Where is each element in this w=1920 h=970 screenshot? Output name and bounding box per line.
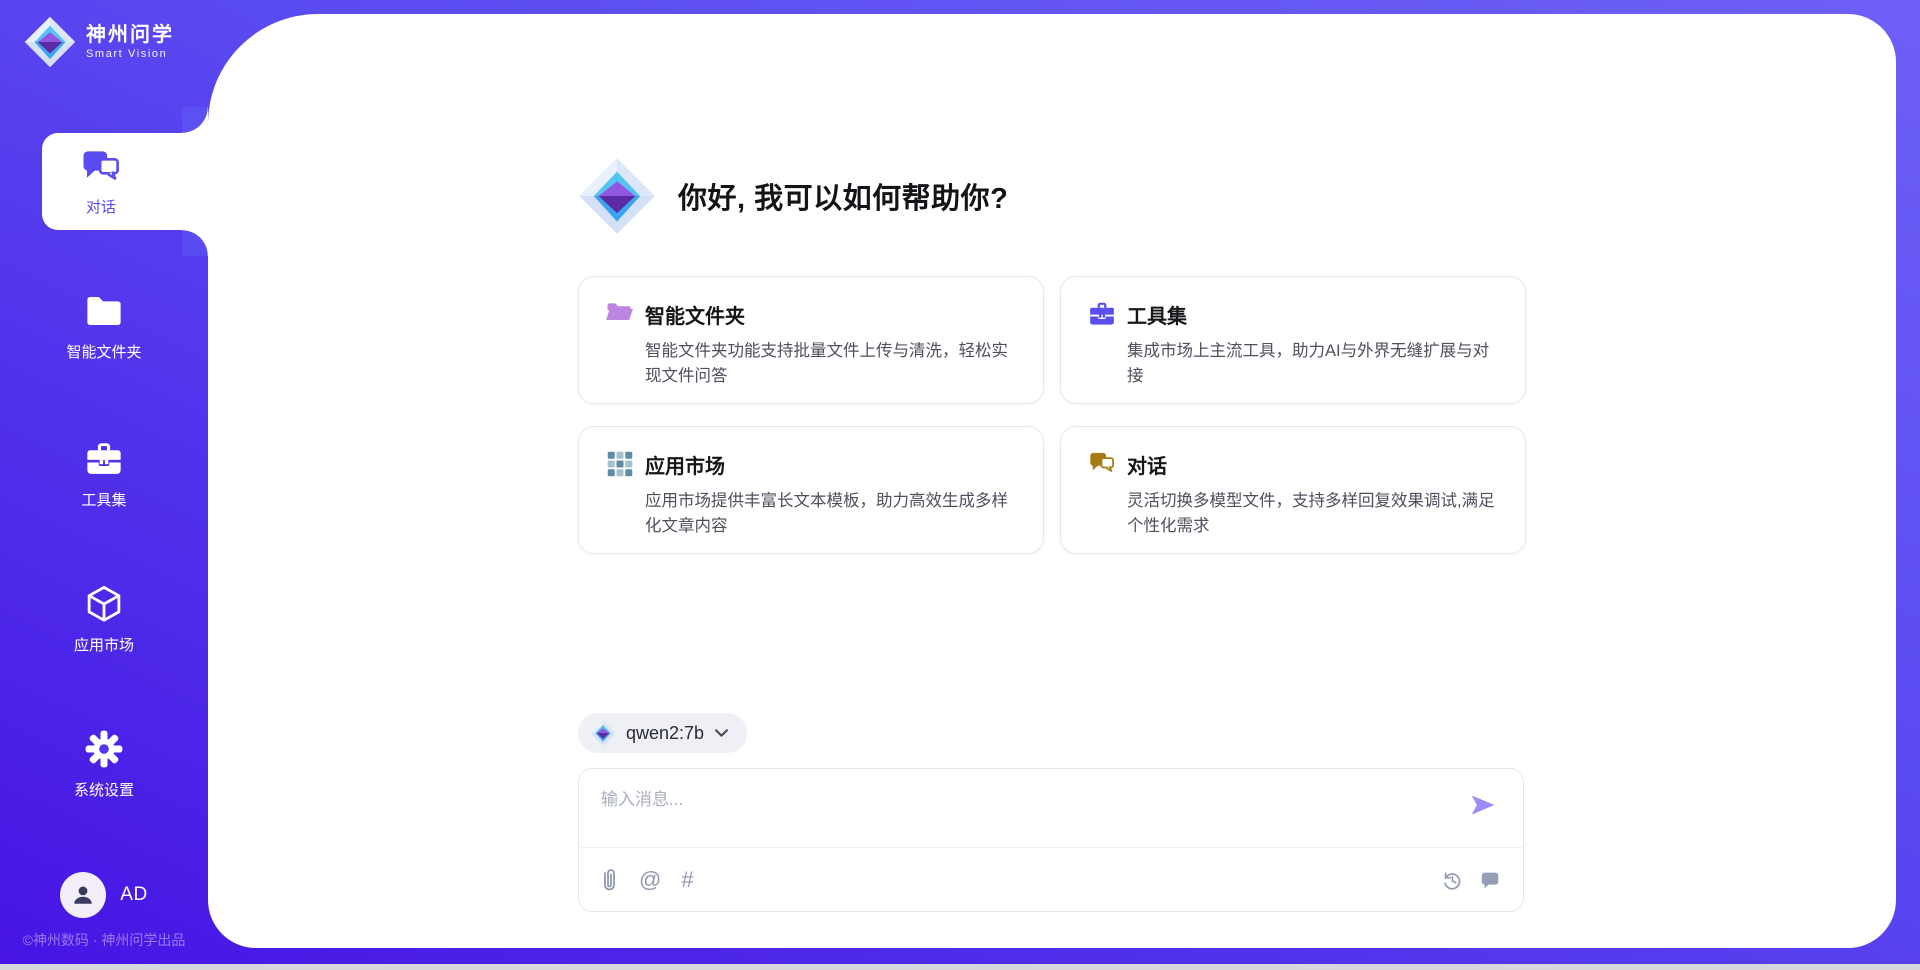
- card-toolset[interactable]: 工具集 集成市场上主流工具，助力AI与外界无缝扩展与对接: [1060, 276, 1526, 404]
- greeting-diamond-gem-icon: [578, 157, 656, 235]
- app-grid-icon: [605, 449, 635, 479]
- sidebar-item-label: 工具集: [81, 489, 126, 510]
- active-tab-fillet-bottom: [182, 230, 208, 256]
- brand-name: 神州问学: [86, 24, 174, 46]
- card-title: 应用市场: [645, 450, 725, 479]
- sidebar-item-label: 对话: [86, 196, 116, 217]
- folder-open-icon: [605, 299, 635, 329]
- sidebar-item-toolset[interactable]: 工具集: [0, 438, 208, 510]
- user-initials: AD: [120, 884, 147, 906]
- hash-icon[interactable]: #: [681, 869, 693, 891]
- briefcase-icon: [1087, 299, 1117, 329]
- user-row: AD: [0, 872, 208, 918]
- chat-bubbles-icon: [1087, 449, 1117, 479]
- model-diamond-gem-icon: [590, 720, 616, 746]
- send-arrow-icon: [1469, 791, 1497, 819]
- sidebar-item-app-market[interactable]: 应用市场: [0, 583, 208, 655]
- sidebar: 神州问学 Smart Vision 对话 智能文件夹 工具集: [0, 0, 208, 970]
- card-app-market[interactable]: 应用市场 应用市场提供丰富长文本模板，助力高效生成多样化文章内容: [578, 426, 1044, 554]
- history-icon: [1441, 869, 1463, 891]
- input-toolbar: @ #: [599, 849, 1501, 911]
- card-chat[interactable]: 对话 灵活切换多模型文件，支持多样回复效果调试,满足个性化需求: [1060, 426, 1526, 554]
- cube-icon: [83, 583, 125, 625]
- history-button[interactable]: [1441, 869, 1463, 891]
- chat-history-button[interactable]: [1479, 869, 1501, 891]
- brand: 神州问学 Smart Vision: [24, 16, 174, 68]
- user-avatar[interactable]: [60, 872, 106, 918]
- brand-diamond-gem-icon: [24, 16, 76, 68]
- card-description: 集成市场上主流工具，助力AI与外界无缝扩展与对接: [1127, 339, 1499, 389]
- main-panel: 你好, 我可以如何帮助你? 智能文件夹 智能文件夹功能支持批量文件上传与清洗，轻…: [208, 14, 1896, 948]
- card-smart-folder[interactable]: 智能文件夹 智能文件夹功能支持批量文件上传与清洗，轻松实现文件问答: [578, 276, 1044, 404]
- sidebar-item-label: 智能文件夹: [66, 341, 141, 362]
- card-title: 工具集: [1127, 300, 1187, 329]
- card-title: 对话: [1127, 450, 1167, 479]
- chat-bubbles-icon: [80, 147, 122, 189]
- brand-subtitle: Smart Vision: [86, 48, 174, 60]
- input-divider: [579, 847, 1523, 848]
- model-name: qwen2:7b: [626, 723, 704, 744]
- sidebar-item-settings[interactable]: 系统设置: [0, 728, 208, 800]
- card-description: 应用市场提供丰富长文本模板，助力高效生成多样化文章内容: [645, 489, 1017, 539]
- card-description: 灵活切换多模型文件，支持多样回复效果调试,满足个性化需求: [1127, 489, 1499, 539]
- active-tab-fillet-top: [182, 107, 208, 133]
- sidebar-item-label: 系统设置: [74, 779, 134, 800]
- composer: qwen2:7b: [578, 713, 1524, 912]
- gear-icon: [83, 728, 125, 770]
- sidebar-item-smart-folder[interactable]: 智能文件夹: [0, 290, 208, 362]
- greeting-block: 你好, 我可以如何帮助你?: [578, 157, 1008, 235]
- greeting-title: 你好, 我可以如何帮助你?: [678, 175, 1008, 217]
- chevron-down-icon: [714, 728, 729, 738]
- feature-cards: 智能文件夹 智能文件夹功能支持批量文件上传与清洗，轻松实现文件问答 工具集 集成…: [578, 276, 1526, 554]
- attach-button[interactable]: [599, 868, 619, 892]
- paperclip-icon: [599, 868, 619, 892]
- message-input[interactable]: [599, 783, 1443, 842]
- toolbox-icon: [83, 438, 125, 480]
- card-title: 智能文件夹: [645, 300, 745, 329]
- window-bottom-edge: [0, 964, 1920, 970]
- sidebar-item-chat[interactable]: 对话: [42, 133, 208, 230]
- at-sign-icon[interactable]: @: [639, 869, 661, 891]
- copyright-text: ©神州数码 · 神州问学出品: [0, 930, 208, 950]
- model-selector[interactable]: qwen2:7b: [578, 713, 747, 753]
- person-icon: [69, 881, 97, 909]
- card-description: 智能文件夹功能支持批量文件上传与清洗，轻松实现文件问答: [645, 339, 1017, 389]
- message-input-box: @ #: [578, 768, 1524, 912]
- send-button[interactable]: [1469, 791, 1497, 819]
- chat-bubble-icon: [1479, 869, 1501, 891]
- folder-icon: [83, 290, 125, 332]
- sidebar-item-label: 应用市场: [74, 634, 134, 655]
